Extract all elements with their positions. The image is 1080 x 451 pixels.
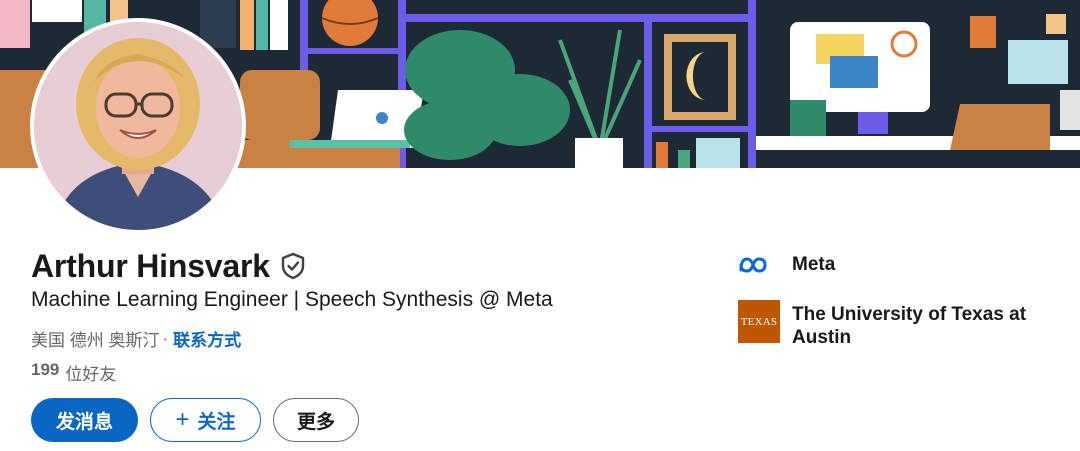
separator-dot: · [162, 328, 169, 348]
meta-logo-icon [738, 250, 780, 280]
current-company-item[interactable]: Meta [738, 250, 1058, 280]
message-button[interactable]: 发消息 [31, 398, 138, 442]
plus-icon: + [175, 406, 190, 433]
company-name: Meta [792, 254, 836, 275]
profile-actions: 发消息 + 关注 更多 [31, 398, 359, 442]
profile-photo-frame[interactable] [30, 18, 246, 234]
profile-headline: Machine Learning Engineer | Speech Synth… [31, 288, 553, 311]
avatar[interactable] [34, 22, 242, 230]
profile-location: 美国 德州 奥斯汀 [31, 331, 160, 350]
ut-logo-badge: TEXAS [738, 300, 780, 343]
profile-name: Arthur Hinsvark [31, 247, 270, 284]
avatar-illustration [34, 22, 242, 230]
contact-info-link[interactable]: 联系方式 [173, 326, 241, 351]
school-name: The University of Texas at Austin [792, 304, 1027, 348]
follow-button[interactable]: + 关注 [150, 398, 261, 442]
more-button[interactable]: 更多 [273, 398, 359, 442]
profile-highlights: Meta TEXAS The University of Texas at Au… [738, 250, 1058, 365]
school-item[interactable]: TEXAS The University of Texas at Austin [738, 300, 1058, 349]
connections-row[interactable]: 199 位好友 [31, 360, 116, 385]
follow-label: 关注 [197, 411, 236, 433]
verified-shield-icon[interactable] [280, 252, 306, 280]
location-row: 美国 德州 奥斯汀 · 联系方式 [31, 326, 241, 351]
name-row: Arthur Hinsvark [31, 245, 306, 287]
connections-label: 位好友 [65, 365, 117, 384]
ut-logo-icon: TEXAS [738, 300, 780, 343]
connections-count: 199 [31, 360, 60, 379]
